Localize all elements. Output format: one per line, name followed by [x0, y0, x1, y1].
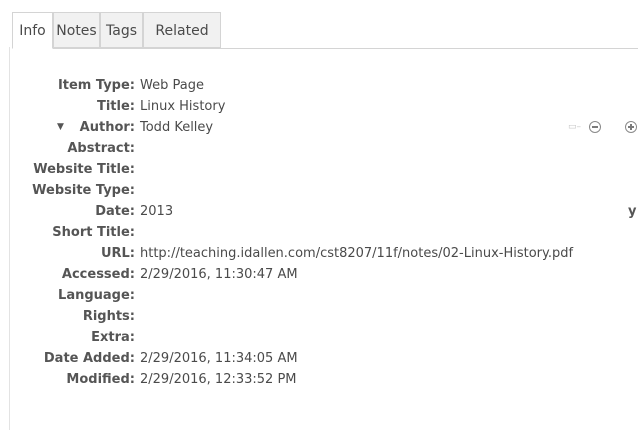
creator-type-label[interactable]: Author: [80, 117, 135, 138]
field-row-extra: Extra: [0, 327, 638, 348]
field-label: Modified: [66, 372, 135, 387]
field-label: Rights: [82, 309, 135, 324]
field-row-date: Date: 2013 y [0, 201, 638, 222]
name-format-switch-icon[interactable]: ▭– [568, 123, 585, 132]
field-row-url: URL: http://teaching.idallen.com/cst8207… [0, 243, 638, 264]
field-row-modified: Modified: 2/29/2016, 12:33:52 PM [0, 369, 638, 390]
info-fields: Item Type: Web Page Title: Linux History… [0, 75, 638, 390]
field-label: Website Title: [33, 162, 135, 177]
field-row-language: Language: [0, 285, 638, 306]
plus-circle-icon[interactable] [625, 121, 637, 133]
field-label: Language: [58, 288, 135, 303]
field-label: Short Title: [52, 225, 135, 240]
title-field[interactable]: Linux History [140, 96, 225, 117]
item-pane: Info Notes Tags Related Item Type: Web P… [0, 0, 638, 430]
field-row-item-type: Item Type: Web Page [0, 75, 638, 96]
modified-value: 2/29/2016, 12:33:52 PM [140, 372, 297, 387]
field-label: Website Type: [32, 183, 135, 198]
tab-info[interactable]: Info [12, 12, 53, 49]
tab-related[interactable]: Related [143, 12, 221, 48]
date-added-value: 2/29/2016, 11:34:05 AM [140, 351, 298, 366]
field-label: Abstract: [67, 141, 135, 156]
field-row-short-title: Short Title: [0, 222, 638, 243]
field-row-accessed: Accessed: 2/29/2016, 11:30:47 AM [0, 264, 638, 285]
field-label: Extra: [91, 330, 135, 345]
field-row-title: Title: Linux History [0, 96, 638, 117]
date-format-indicator: y [628, 204, 637, 219]
tab-tags[interactable]: Tags [100, 12, 143, 48]
item-type-select[interactable]: Web Page [140, 75, 204, 96]
url-field[interactable]: http://teaching.idallen.com/cst8207/11f/… [140, 243, 573, 264]
field-row-website-title: Website Title: [0, 159, 638, 180]
triangle-down-icon[interactable]: ▼ [57, 117, 64, 138]
minus-circle-icon[interactable] [589, 121, 601, 133]
accessed-field[interactable]: 2/29/2016, 11:30:47 AM [140, 264, 298, 285]
date-field[interactable]: 2013 [140, 201, 173, 222]
tab-bar: Info Notes Tags Related [12, 12, 638, 49]
author-field[interactable]: Todd Kelley [140, 117, 213, 138]
field-row-author: ▼ Author: Todd Kelley ▭– [0, 117, 638, 138]
tab-notes[interactable]: Notes [53, 12, 100, 48]
field-row-rights: Rights: [0, 306, 638, 327]
field-label: Date: [95, 204, 135, 219]
field-label: Item Type: [57, 78, 135, 93]
field-row-date-added: Date Added: 2/29/2016, 11:34:05 AM [0, 348, 638, 369]
field-label: Accessed: [61, 267, 135, 282]
field-row-website-type: Website Type: [0, 180, 638, 201]
field-label: Date Added: [43, 351, 135, 366]
field-label: Title: [96, 99, 135, 114]
field-row-abstract: Abstract: [0, 138, 638, 159]
url-label-link[interactable]: URL: [101, 243, 135, 264]
